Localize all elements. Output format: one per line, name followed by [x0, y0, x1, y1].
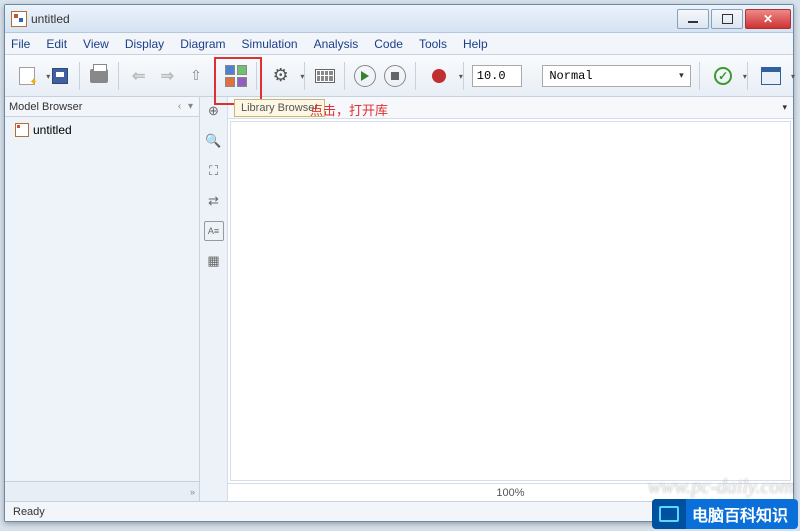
library-browser-button[interactable]: [224, 63, 248, 89]
simulation-mode-select[interactable]: Normal: [542, 65, 690, 87]
window-title: untitled: [31, 12, 70, 26]
annotation-text: 点击，打开库: [310, 100, 388, 119]
menu-view[interactable]: View: [83, 37, 109, 51]
print-icon: [90, 69, 108, 83]
menu-diagram[interactable]: Diagram: [180, 37, 225, 51]
fit-button[interactable]: ⛶: [204, 161, 224, 181]
titlebar: untitled: [5, 5, 793, 33]
play-icon: [354, 65, 376, 87]
site-logo: 电脑百科知识: [652, 499, 798, 529]
save-icon: [52, 68, 68, 84]
menu-display[interactable]: Display: [125, 37, 164, 51]
canvas-toolbar: ⊕ 🔍 ⛶ ⇄ A≡ ▦: [200, 97, 228, 501]
up-button[interactable]: ⇧: [185, 63, 208, 89]
main-window: untitled File Edit View Display Diagram …: [4, 4, 794, 522]
menu-tools[interactable]: Tools: [419, 37, 447, 51]
model-icon: [15, 123, 29, 137]
close-button[interactable]: [745, 9, 791, 29]
menu-analysis[interactable]: Analysis: [314, 37, 359, 51]
model-explorer-button[interactable]: [313, 63, 336, 89]
annotation-button[interactable]: A≡: [204, 221, 224, 241]
back-button[interactable]: ⇐: [127, 63, 150, 89]
grid-icon: [315, 69, 335, 83]
tree-root-item[interactable]: untitled: [7, 121, 197, 139]
menu-simulation[interactable]: Simulation: [242, 37, 298, 51]
minimize-button[interactable]: [677, 9, 709, 29]
record-button[interactable]: [424, 63, 455, 89]
status-text: Ready: [13, 506, 45, 518]
image-button[interactable]: ▦: [204, 251, 224, 271]
update-diagram-button[interactable]: ✓: [708, 63, 739, 89]
maximize-button[interactable]: [711, 9, 743, 29]
save-button[interactable]: [48, 63, 71, 89]
print-button[interactable]: [88, 63, 111, 89]
run-button[interactable]: [353, 63, 377, 89]
stop-time-input[interactable]: [472, 65, 522, 87]
schedule-button[interactable]: [756, 63, 787, 89]
menu-file[interactable]: File: [11, 37, 30, 51]
menu-help[interactable]: Help: [463, 37, 488, 51]
calendar-icon: [761, 67, 781, 85]
watermark: www.pc-daily.com: [648, 476, 794, 499]
record-icon: [432, 69, 446, 83]
toolbar: ⇐ ⇒ ⇧ ⚙ Normal ✓: [5, 55, 793, 97]
menubar: File Edit View Display Diagram Simulatio…: [5, 33, 793, 55]
forward-button[interactable]: ⇒: [156, 63, 179, 89]
menu-edit[interactable]: Edit: [46, 37, 67, 51]
library-icon: [225, 65, 247, 87]
panel-controls[interactable]: ‹ ▾: [178, 101, 195, 112]
stop-button[interactable]: [383, 63, 407, 89]
zoom-button[interactable]: 🔍: [204, 131, 224, 151]
toggle-perspective-button[interactable]: ⇄: [204, 191, 224, 211]
diagram-canvas[interactable]: [230, 121, 791, 481]
config-button[interactable]: ⚙: [265, 63, 296, 89]
new-icon: [19, 67, 35, 85]
panel-resize-icon[interactable]: »: [190, 487, 195, 497]
back-icon: ⇐: [132, 66, 145, 86]
stop-icon: [384, 65, 406, 87]
menu-code[interactable]: Code: [374, 37, 403, 51]
gear-icon: ⚙: [273, 65, 289, 86]
app-icon: [11, 11, 27, 27]
check-icon: ✓: [714, 67, 732, 85]
model-browser-panel: Model Browser ‹ ▾ untitled »: [5, 97, 200, 501]
model-browser-header: Model Browser ‹ ▾: [5, 97, 199, 117]
up-icon: ⇧: [190, 67, 202, 84]
new-button[interactable]: [11, 63, 42, 89]
forward-icon: ⇒: [161, 66, 174, 86]
nav-target-button[interactable]: ⊕: [204, 101, 224, 121]
